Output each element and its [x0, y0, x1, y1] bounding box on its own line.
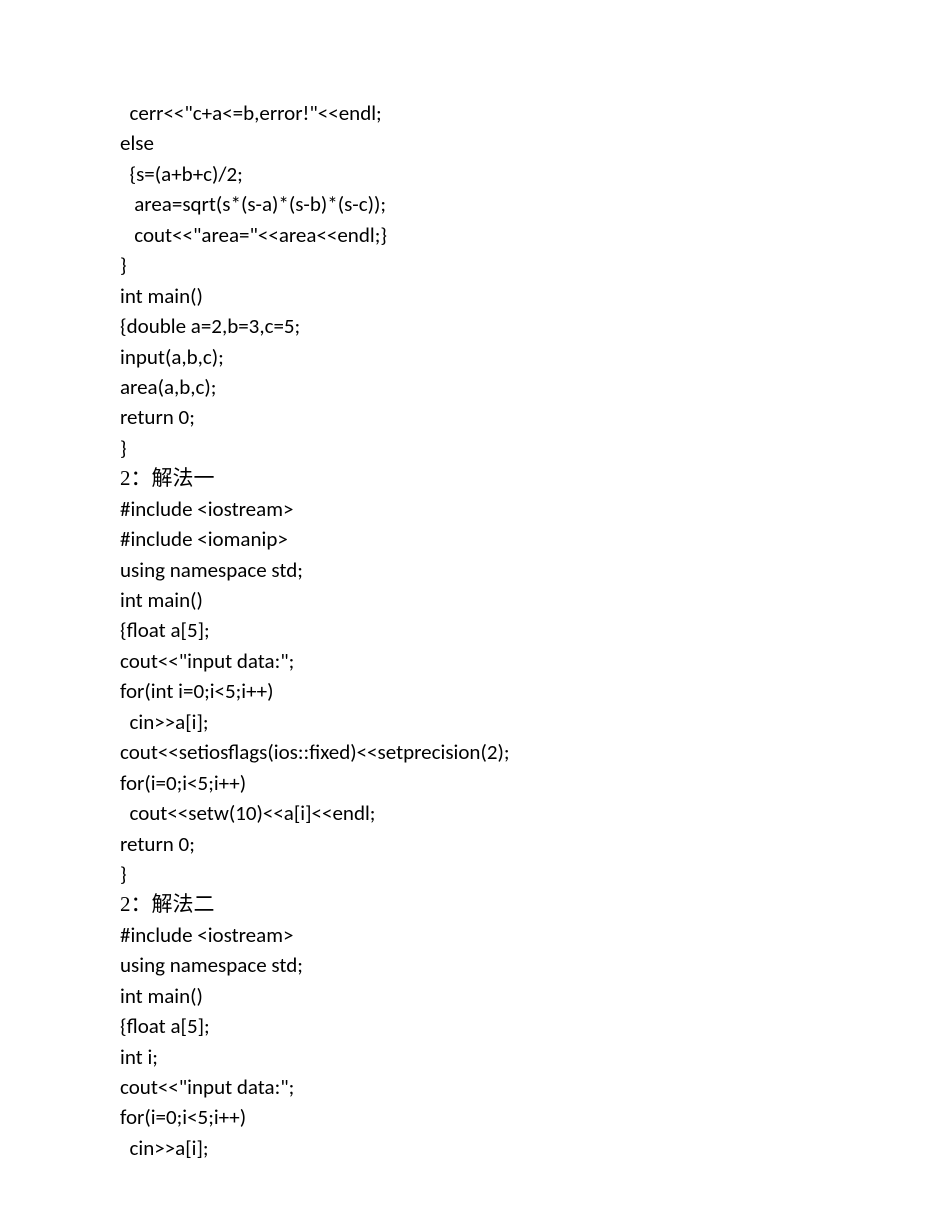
code-line: {float a[5]; [120, 615, 825, 645]
code-line: input(a,b,c); [120, 342, 825, 372]
code-line: int main() [120, 281, 825, 311]
code-line: cout<<"input data:"; [120, 646, 825, 676]
code-line: #include <iomanip> [120, 524, 825, 554]
code-line: cout<<"area="<<area<<endl;} [120, 220, 825, 250]
code-line: using namespace std; [120, 555, 825, 585]
code-line: cout<<setiosflags(ios::fixed)<<setprecis… [120, 737, 825, 767]
code-line: } [120, 859, 825, 889]
code-line: cerr<<"c+a<=b,error!"<<endl; [120, 98, 825, 128]
code-line: {s=(a+b+c)/2; [120, 159, 825, 189]
code-line: return 0; [120, 402, 825, 432]
section-heading: 2：解法一 [120, 463, 825, 493]
code-line: return 0; [120, 829, 825, 859]
code-line: #include <iostream> [120, 920, 825, 950]
code-line: int i; [120, 1042, 825, 1072]
code-line: int main() [120, 585, 825, 615]
code-line: } [120, 250, 825, 280]
code-line: int main() [120, 981, 825, 1011]
code-line: for(i=0;i<5;i++) [120, 1102, 825, 1132]
code-line: cin>>a[i]; [120, 1133, 825, 1163]
code-line: area=sqrt(s*(s-a)*(s-b)*(s-c)); [120, 189, 825, 219]
code-line: using namespace std; [120, 950, 825, 980]
code-line: {float a[5]; [120, 1011, 825, 1041]
code-line: for(i=0;i<5;i++) [120, 768, 825, 798]
code-line: else [120, 128, 825, 158]
code-line: for(int i=0;i<5;i++) [120, 676, 825, 706]
code-line: cout<<"input data:"; [120, 1072, 825, 1102]
code-line: area(a,b,c); [120, 372, 825, 402]
code-line: } [120, 433, 825, 463]
section-heading: 2：解法二 [120, 889, 825, 919]
code-line: cout<<setw(10)<<a[i]<<endl; [120, 798, 825, 828]
code-line: cin>>a[i]; [120, 707, 825, 737]
code-line: #include <iostream> [120, 494, 825, 524]
code-line: {double a=2,b=3,c=5; [120, 311, 825, 341]
document-page: cerr<<"c+a<=b,error!"<<endl; else {s=(a+… [0, 0, 945, 1223]
